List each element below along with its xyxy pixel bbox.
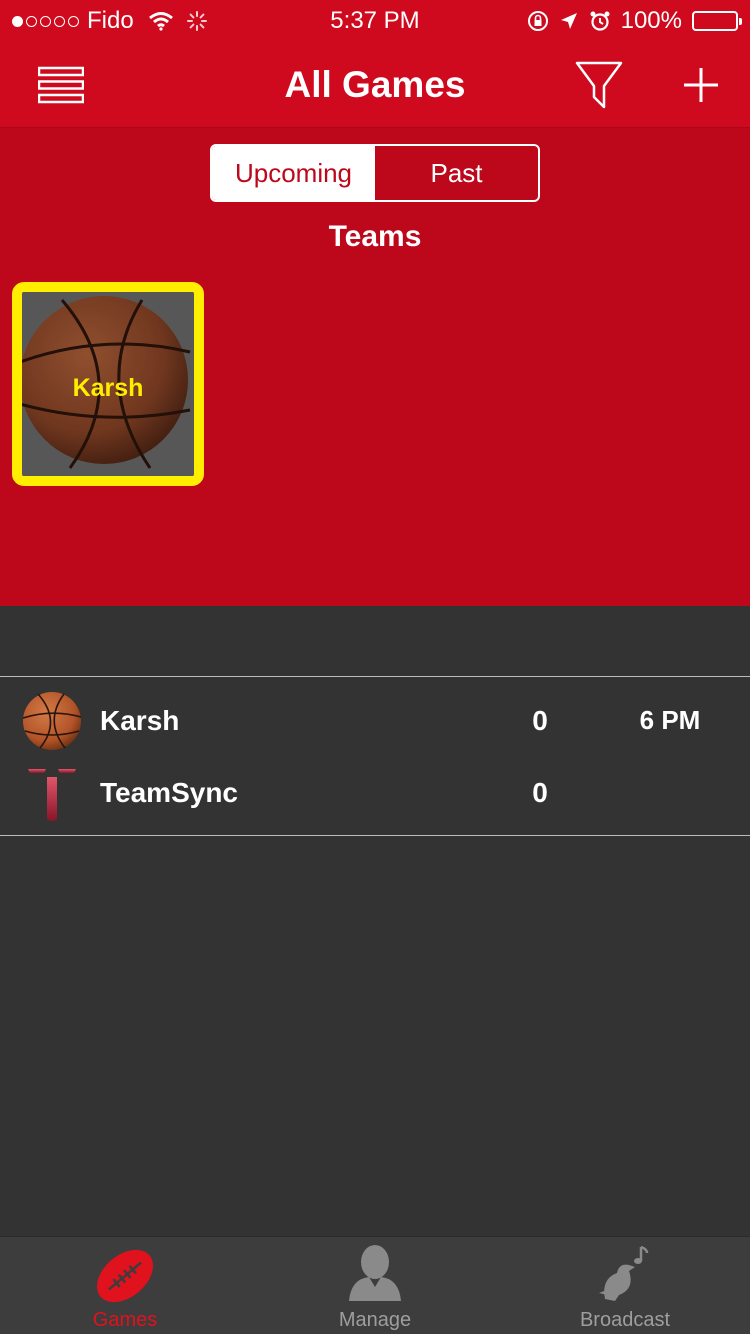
location-arrow-icon bbox=[559, 11, 579, 31]
add-button[interactable] bbox=[670, 42, 732, 128]
time-segmented-control: Upcoming Past bbox=[210, 144, 540, 202]
tab-broadcast[interactable]: Broadcast bbox=[500, 1237, 750, 1334]
tab-games[interactable]: Games bbox=[0, 1237, 250, 1334]
tab-games-label: Games bbox=[92, 1309, 158, 1331]
teamsync-logo-icon bbox=[28, 769, 76, 821]
orientation-lock-icon bbox=[527, 10, 549, 32]
nav-bar: All Games bbox=[0, 42, 750, 128]
teams-panel: Upcoming Past Teams Karsh bbox=[0, 128, 750, 606]
alarm-icon bbox=[589, 10, 611, 32]
battery-percent: 100% bbox=[620, 7, 682, 34]
bird-icon bbox=[599, 1245, 649, 1301]
game-row[interactable]: Karsh 0 6 PM TeamSync 0 bbox=[0, 676, 750, 836]
away-team-score: 0 bbox=[532, 777, 548, 808]
home-team-name: Karsh bbox=[100, 705, 180, 736]
tab-broadcast-label: Broadcast bbox=[579, 1309, 671, 1331]
segment-upcoming[interactable]: Upcoming bbox=[212, 146, 375, 200]
filter-icon bbox=[575, 61, 623, 109]
segment-past[interactable]: Past bbox=[375, 146, 538, 200]
team-tile-karsh[interactable]: Karsh bbox=[12, 282, 204, 486]
game-line-away: TeamSync 0 bbox=[0, 757, 750, 829]
status-bar: Fido 5:37 PM 100% bbox=[0, 0, 750, 42]
tab-manage-label: Manage bbox=[338, 1309, 412, 1331]
plus-icon bbox=[684, 68, 718, 102]
tab-manage[interactable]: Manage bbox=[250, 1237, 500, 1334]
home-team-score: 0 bbox=[532, 705, 548, 736]
battery-icon bbox=[692, 11, 742, 31]
teams-heading: Teams bbox=[328, 220, 422, 253]
away-team-name: TeamSync bbox=[100, 777, 238, 808]
basketball-icon bbox=[22, 692, 82, 750]
team-tile-label: Karsh bbox=[72, 374, 144, 402]
tab-bar: Games Manage Broadcast bbox=[0, 1236, 750, 1334]
game-line-home: Karsh 0 6 PM bbox=[0, 685, 750, 757]
filter-button[interactable] bbox=[568, 42, 630, 128]
game-time: 6 PM bbox=[639, 705, 701, 735]
page-title: All Games bbox=[284, 64, 466, 105]
status-right: 100% bbox=[527, 6, 742, 36]
person-icon bbox=[349, 1245, 401, 1301]
football-icon bbox=[97, 1249, 153, 1303]
